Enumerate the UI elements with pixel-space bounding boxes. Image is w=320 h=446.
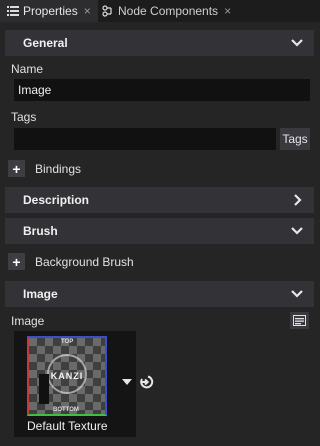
list-icon <box>7 6 19 16</box>
name-value: Image <box>18 83 52 97</box>
chevron-down-icon <box>291 39 303 47</box>
image-label: Image <box>11 314 45 328</box>
background-brush-label: Background Brush <box>35 255 134 269</box>
section-title: Description <box>23 193 90 207</box>
add-binding-button[interactable]: + <box>8 160 25 177</box>
section-description-header[interactable]: Description <box>5 187 314 213</box>
kanzi-logo: KANZI <box>50 371 84 381</box>
section-title: Brush <box>23 224 58 238</box>
bindings-label: Bindings <box>35 162 82 176</box>
node-components-icon <box>102 5 114 17</box>
section-image-header[interactable]: Image <box>5 281 314 307</box>
section-brush-header[interactable]: Brush <box>5 218 314 244</box>
chevron-down-icon <box>291 290 303 298</box>
name-field[interactable]: Image <box>14 79 310 101</box>
section-title: Image <box>23 287 58 301</box>
tags-field[interactable] <box>14 128 276 150</box>
name-label: Name <box>11 62 44 76</box>
section-title: General <box>23 36 68 50</box>
tab-node-components-label: Node Components <box>118 4 219 18</box>
close-icon[interactable]: × <box>84 4 91 18</box>
add-background-brush-button[interactable]: + <box>8 253 25 270</box>
close-icon[interactable]: × <box>224 4 231 18</box>
image-settings-button[interactable] <box>290 312 309 329</box>
texture-name: Default Texture <box>27 419 108 433</box>
image-settings-icon <box>293 315 306 326</box>
tags-label: Tags <box>11 110 37 124</box>
thumbnail-top-text: TOP <box>61 339 74 345</box>
tags-button[interactable]: Tags <box>280 128 310 150</box>
tab-properties[interactable]: Properties × <box>0 0 98 22</box>
chevron-right-icon <box>294 194 302 206</box>
dropdown-arrow-icon[interactable] <box>122 378 132 386</box>
chevron-down-icon <box>291 227 303 235</box>
tab-properties-label: Properties <box>23 4 78 18</box>
texture-thumbnail[interactable]: TOP KANZI BOTTOM <box>27 336 107 416</box>
tab-bar: Properties × Node Components × <box>0 0 320 22</box>
thumbnail-bottom-text: BOTTOM <box>53 407 79 413</box>
section-general-header[interactable]: General <box>5 30 314 56</box>
tab-node-components[interactable]: Node Components × <box>102 0 252 22</box>
go-to-resource-icon[interactable] <box>139 374 155 390</box>
